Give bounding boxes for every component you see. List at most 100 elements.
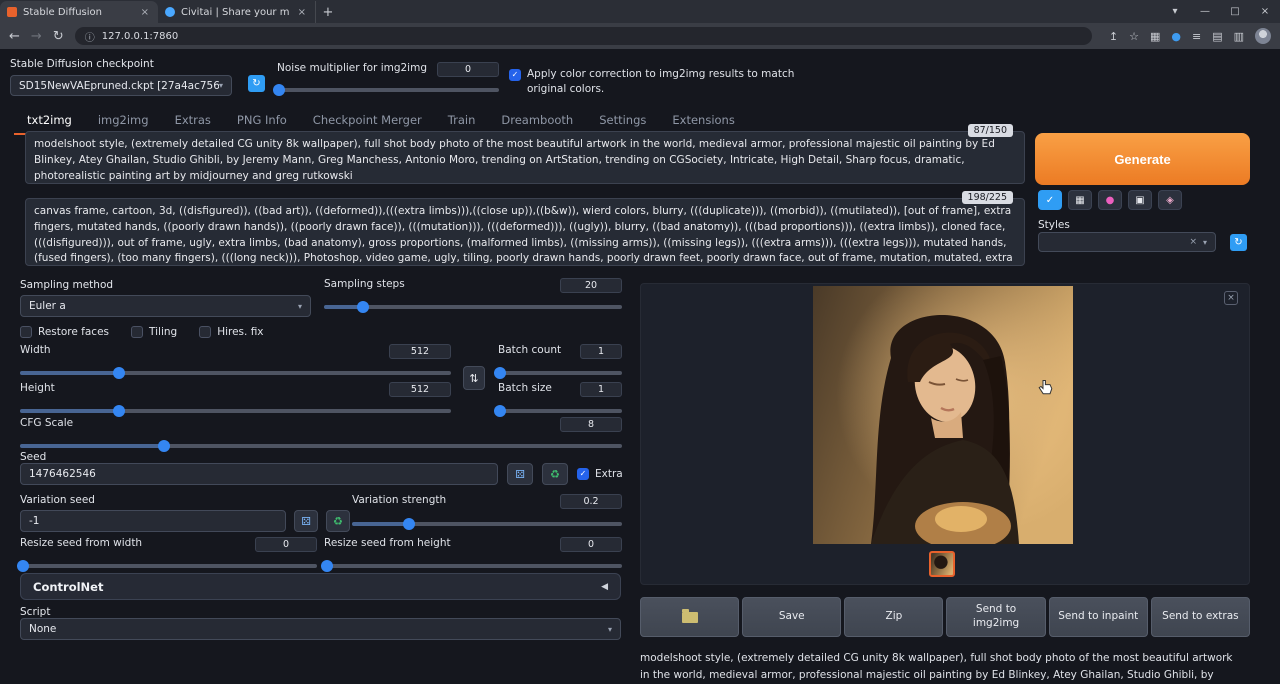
new-tab-button[interactable]: + — [316, 1, 340, 23]
slider-track[interactable] — [20, 444, 622, 448]
slider-track[interactable] — [324, 564, 622, 568]
slider-knob[interactable] — [494, 405, 506, 417]
record-icon[interactable]: ● — [1171, 30, 1181, 43]
browser-tab-stable-diffusion[interactable]: Stable Diffusion × — [0, 1, 158, 23]
slider-track[interactable] — [324, 305, 622, 309]
checkpoint-dropdown[interactable]: SD15NewVAEpruned.ckpt [27a4ac756c] ▾ — [10, 75, 232, 96]
batch-count-slider[interactable] — [498, 367, 622, 379]
slider-track[interactable] — [277, 88, 499, 92]
batch-count-value[interactable]: 1 — [580, 344, 622, 359]
resize-seed-width-slider[interactable] — [20, 560, 317, 572]
random-variation-seed-button[interactable]: ⚄ — [294, 510, 318, 532]
open-folder-button[interactable] — [640, 597, 739, 637]
tab-close-icon[interactable]: × — [296, 7, 308, 18]
restore-faces-checkbox[interactable]: Restore faces — [20, 326, 109, 338]
tab-search-icon[interactable]: ▾ — [1160, 0, 1190, 23]
sampling-method-dropdown[interactable]: Euler a ▾ — [20, 295, 311, 317]
script-dropdown[interactable]: None ▾ — [20, 618, 621, 640]
reuse-variation-seed-button[interactable]: ♻ — [326, 510, 350, 532]
refresh-checkpoint-button[interactable]: ↻ — [248, 75, 265, 92]
forward-icon[interactable]: → — [31, 29, 42, 44]
send-to-extras-button[interactable]: Send to extras — [1151, 597, 1250, 637]
maximize-button[interactable]: □ — [1220, 0, 1250, 23]
back-icon[interactable]: ← — [9, 29, 20, 44]
styles-dropdown[interactable]: × ▾ — [1038, 232, 1216, 252]
browser-tab-civitai[interactable]: Civitai | Share your models × — [158, 1, 316, 23]
resize-seed-width-value[interactable]: 0 — [255, 537, 317, 552]
slider-track[interactable] — [20, 371, 451, 375]
apply-style-button[interactable]: ▣ — [1128, 190, 1152, 210]
width-slider[interactable] — [20, 367, 451, 379]
tune-icon[interactable]: ≡ — [1192, 30, 1201, 43]
width-value[interactable]: 512 — [389, 344, 451, 359]
hires-fix-checkbox[interactable]: Hires. fix — [199, 326, 263, 338]
slider-track[interactable] — [498, 409, 622, 413]
reuse-seed-button[interactable]: ♻ — [542, 463, 568, 485]
send-to-img2img-button[interactable]: Send to img2img — [946, 597, 1045, 637]
sampling-steps-value[interactable]: 20 — [560, 278, 622, 293]
slider-knob[interactable] — [17, 560, 29, 572]
prompt-input[interactable]: modelshoot style, (extremely detailed CG… — [25, 131, 1025, 184]
slider-knob[interactable] — [321, 560, 333, 572]
site-info-icon[interactable]: ⓘ — [85, 29, 95, 44]
color-correction-checkbox[interactable]: ✓ Apply color correction to img2img resu… — [509, 67, 839, 97]
generated-image[interactable] — [813, 286, 1073, 544]
slider-knob[interactable] — [158, 440, 170, 452]
slider-track[interactable] — [352, 522, 622, 526]
close-window-button[interactable]: × — [1250, 0, 1280, 23]
slider-knob[interactable] — [357, 301, 369, 313]
noise-multiplier-slider[interactable] — [277, 84, 499, 96]
clear-styles-icon[interactable]: × — [1189, 237, 1197, 247]
device-toolbar-icon[interactable]: ▤ — [1212, 30, 1222, 43]
slider-track[interactable] — [20, 564, 317, 568]
sampling-steps-slider[interactable] — [324, 301, 622, 313]
extra-seed-checkbox[interactable]: ✓ Extra — [577, 468, 623, 480]
negative-prompt-input[interactable]: canvas frame, cartoon, 3d, ((disfigured)… — [25, 198, 1025, 266]
resize-seed-height-slider[interactable] — [324, 560, 622, 572]
extra-networks-button[interactable]: ▦ — [1068, 190, 1092, 210]
variation-seed-input[interactable] — [20, 510, 286, 532]
variation-strength-slider[interactable] — [352, 518, 622, 530]
slider-knob[interactable] — [113, 367, 125, 379]
zip-button[interactable]: Zip — [844, 597, 943, 637]
noise-multiplier-value[interactable]: 0 — [437, 62, 499, 77]
tab-close-icon[interactable]: × — [139, 7, 151, 18]
generate-button[interactable]: Generate — [1035, 133, 1250, 185]
gallery-thumbnail[interactable] — [929, 551, 955, 577]
batch-size-slider[interactable] — [498, 405, 622, 417]
paste-params-button[interactable]: ✓ — [1038, 190, 1062, 210]
slider-knob[interactable] — [113, 405, 125, 417]
reload-icon[interactable]: ↻ — [53, 29, 64, 44]
tiling-checkbox[interactable]: Tiling — [131, 326, 177, 338]
share-icon[interactable]: ↥ — [1109, 30, 1118, 43]
swap-dimensions-button[interactable]: ⇅ — [463, 366, 485, 390]
slider-track[interactable] — [498, 371, 622, 375]
height-slider[interactable] — [20, 405, 451, 417]
sampling-steps-label: Sampling steps — [324, 278, 405, 290]
controlnet-accordion[interactable]: ControlNet ◀ — [20, 573, 621, 600]
apps-grid-icon[interactable]: ▦ — [1150, 30, 1160, 43]
slider-knob[interactable] — [273, 84, 285, 96]
resize-seed-height-value[interactable]: 0 — [560, 537, 622, 552]
slider-track[interactable] — [20, 409, 451, 413]
save-button[interactable]: Save — [742, 597, 841, 637]
seed-input[interactable] — [20, 463, 498, 485]
slider-knob[interactable] — [403, 518, 415, 530]
save-style-button[interactable]: ◈ — [1158, 190, 1182, 210]
height-value[interactable]: 512 — [389, 382, 451, 397]
minimize-button[interactable]: — — [1190, 0, 1220, 23]
cfg-scale-value[interactable]: 8 — [560, 417, 622, 432]
gallery-close-icon[interactable]: × — [1224, 291, 1238, 305]
refresh-styles-button[interactable]: ↻ — [1230, 234, 1247, 251]
bookmark-star-icon[interactable]: ☆ — [1129, 30, 1139, 43]
sidebar-icon[interactable]: ▥ — [1234, 30, 1244, 43]
url-bar[interactable]: ⓘ 127.0.0.1:7860 — [75, 27, 1092, 45]
batch-size-value[interactable]: 1 — [580, 382, 622, 397]
send-to-inpaint-button[interactable]: Send to inpaint — [1049, 597, 1148, 637]
slider-knob[interactable] — [494, 367, 506, 379]
clear-prompt-button[interactable]: ● — [1098, 190, 1122, 210]
random-seed-button[interactable]: ⚄ — [507, 463, 533, 485]
profile-avatar[interactable] — [1255, 28, 1271, 44]
cfg-scale-slider[interactable] — [20, 440, 622, 452]
variation-strength-value[interactable]: 0.2 — [560, 494, 622, 509]
